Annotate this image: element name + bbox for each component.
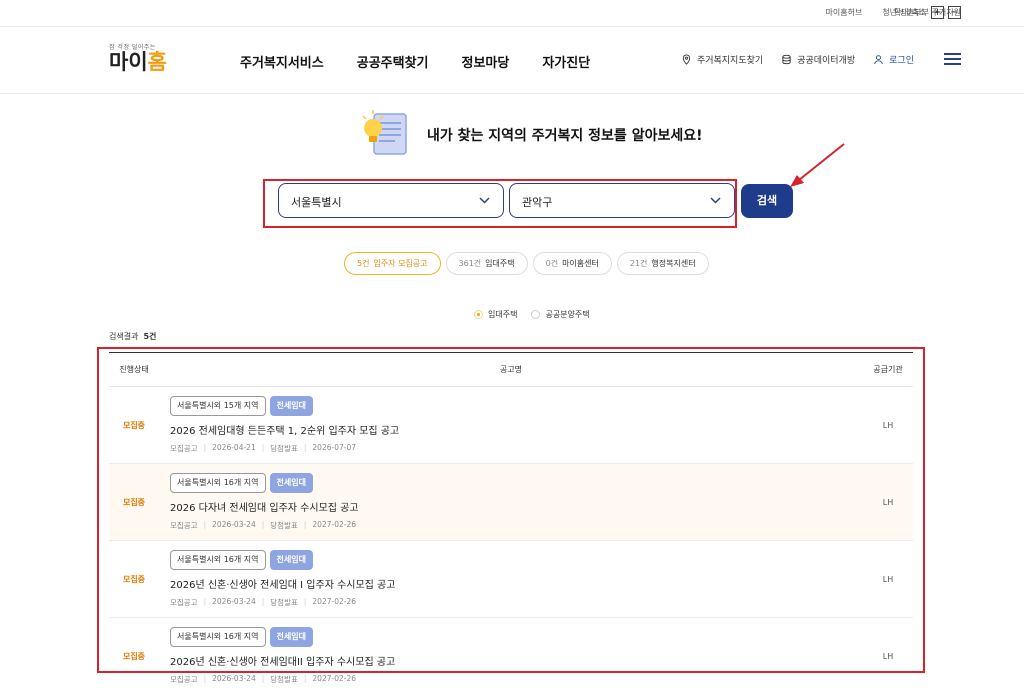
map-link-label: 주거복지지도찾기 xyxy=(696,56,764,66)
lightbulb-document-icon xyxy=(362,110,407,155)
radio-rental[interactable]: 임대주택 xyxy=(474,309,517,320)
tab-myhome-center[interactable]: 0건 마이홈센터 xyxy=(532,252,612,275)
login-label: 로그인 xyxy=(889,56,914,66)
zoom-label: 확대/축소 xyxy=(893,8,926,17)
chevron-down-icon xyxy=(710,197,721,204)
radio-public-sale[interactable]: 공공분양주택 xyxy=(531,309,590,320)
table-highlight-box xyxy=(97,347,925,673)
district-select[interactable]: 관악구 xyxy=(509,183,735,218)
myhome-hub-link[interactable]: 마이홈허브 xyxy=(826,7,863,18)
housing-type-radios: 임대주택 공공분양주택 xyxy=(474,309,590,320)
open-data-link[interactable]: 공공데이터개방 xyxy=(781,53,855,66)
location-pin-icon xyxy=(682,54,691,65)
category-tabs: 5건 입주자 모집공고 361건 임대주택 0건 마이홈센터 21건 행정복지센터 xyxy=(344,252,709,275)
result-count: 검색결과 5건 xyxy=(109,332,157,341)
zoom-out-button[interactable]: − xyxy=(948,6,961,19)
header-utility: 주거복지지도찾기 공공데이터개방 로그인 xyxy=(681,53,914,66)
city-select-value: 서울특별시 xyxy=(291,196,342,209)
tab-admin-center[interactable]: 21건 행정복지센터 xyxy=(616,252,709,275)
site-header: 집 걱정 덜어주는 마이홈 주거복지서비스 공공주택찾기 정보마당 자가진단 주… xyxy=(0,28,1024,94)
district-select-value: 관악구 xyxy=(522,196,553,209)
nav-self-check[interactable]: 자가진단 xyxy=(542,52,590,71)
nav-info[interactable]: 정보마당 xyxy=(462,52,510,71)
user-icon xyxy=(874,55,883,65)
tab-rental-housing[interactable]: 361건 임대주택 xyxy=(445,252,528,275)
hamburger-menu-icon[interactable] xyxy=(944,53,961,66)
login-link[interactable]: 로그인 xyxy=(873,53,914,66)
logo-text-a: 마이 xyxy=(109,50,148,74)
site-logo[interactable]: 집 걱정 덜어주는 마이홈 xyxy=(109,42,167,73)
database-icon xyxy=(782,54,791,65)
nav-public-housing[interactable]: 공공주택찾기 xyxy=(357,52,429,71)
nav-housing-welfare[interactable]: 주거복지서비스 xyxy=(240,52,324,71)
map-link[interactable]: 주거복지지도찾기 xyxy=(681,53,763,66)
open-data-label: 공공데이터개방 xyxy=(797,56,856,66)
red-arrow-annotation xyxy=(790,143,845,187)
utility-bar: 마이홈허브 청년·신혼부부 주거지원 xyxy=(0,0,1024,27)
city-select[interactable]: 서울특별시 xyxy=(278,183,504,218)
zoom-in-button[interactable]: + xyxy=(931,6,944,19)
tab-notices[interactable]: 5건 입주자 모집공고 xyxy=(344,252,441,275)
logo-text-b: 홈 xyxy=(147,50,167,74)
main-nav: 주거복지서비스 공공주택찾기 정보마당 자가진단 xyxy=(240,52,590,71)
chevron-down-icon xyxy=(479,197,490,204)
page-title: 내가 찾는 지역의 주거복지 정보를 알아보세요! xyxy=(427,128,703,144)
